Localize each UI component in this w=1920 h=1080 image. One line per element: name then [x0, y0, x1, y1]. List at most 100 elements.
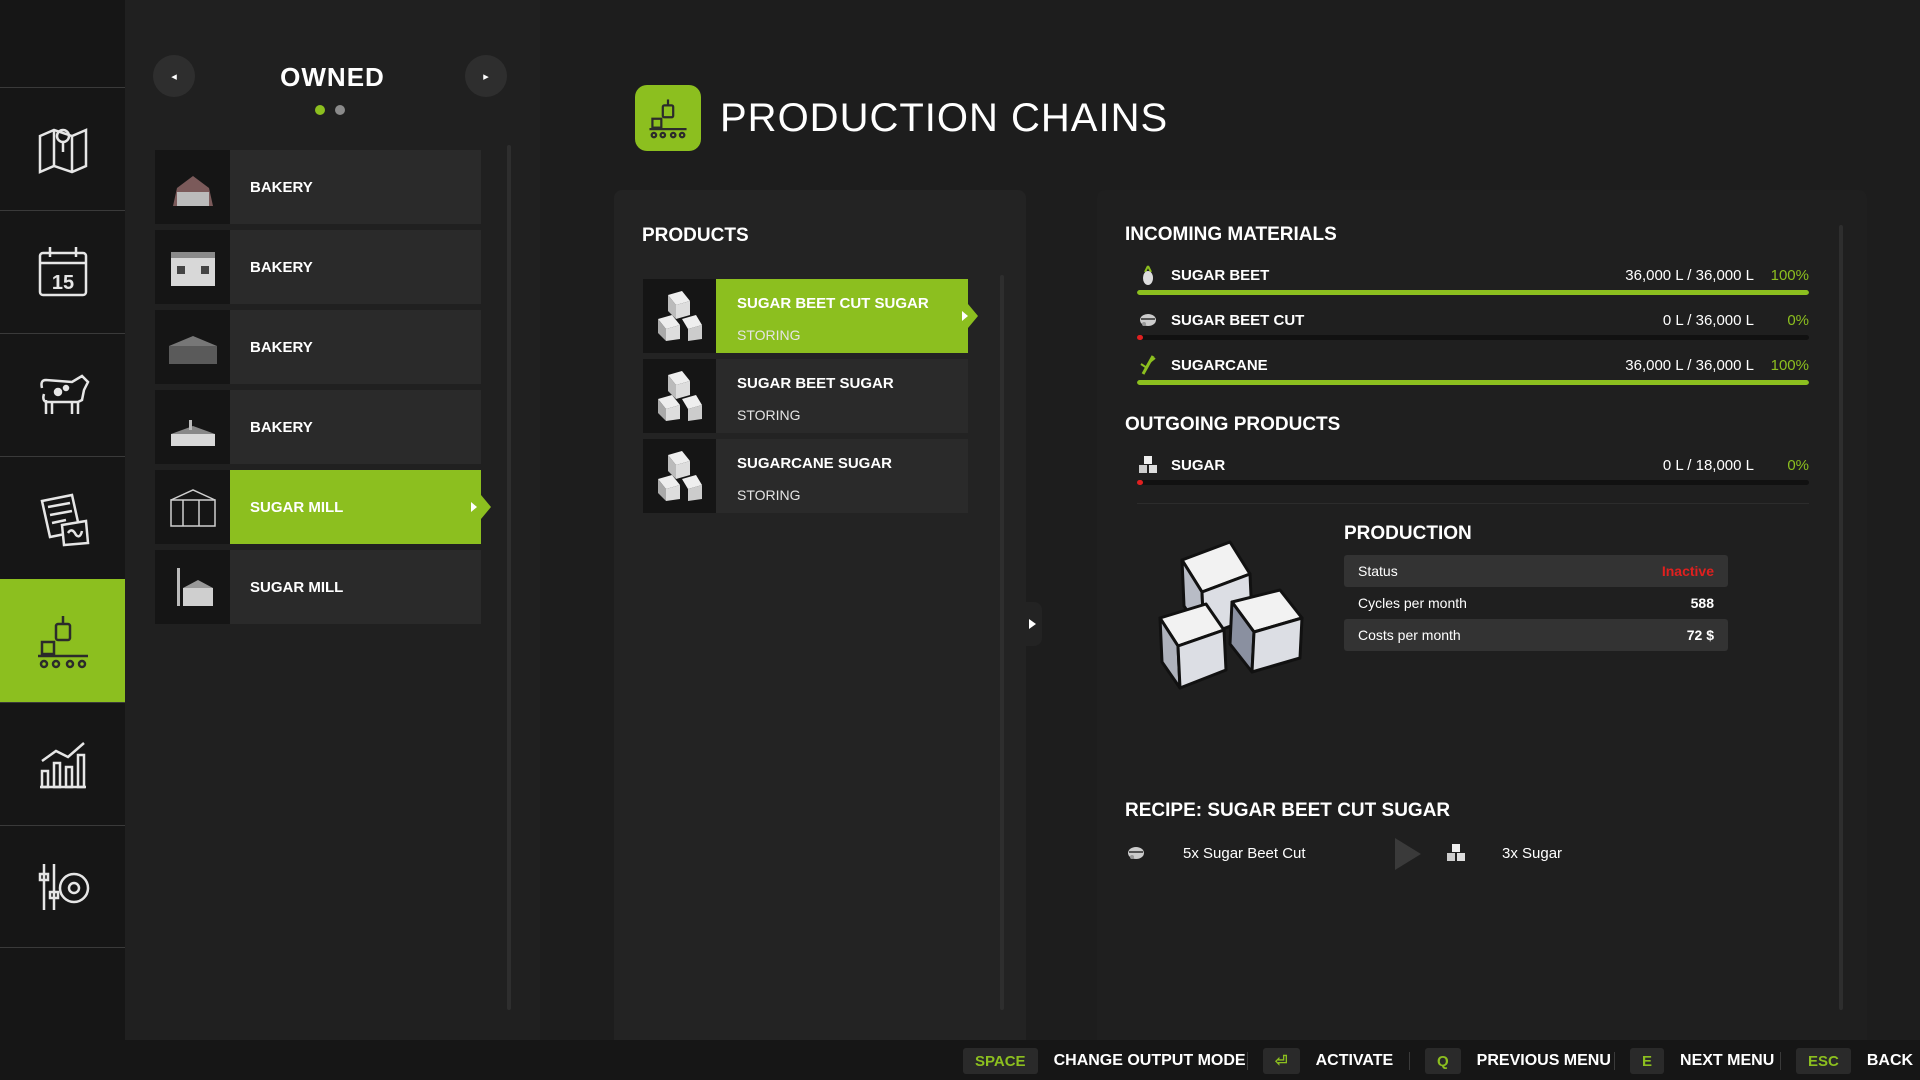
enter-key-icon: ⏎	[1263, 1048, 1300, 1074]
chevron-right-icon	[962, 311, 968, 321]
nav-settings[interactable]	[0, 825, 125, 948]
product-output-percent: 0%	[1787, 457, 1809, 474]
owned-item-label: BAKERY	[250, 178, 313, 196]
products-panel: PRODUCTS SUGAR BEET CUT SUGAR STORING SU…	[614, 190, 1042, 1040]
details-scrollbar[interactable]	[1839, 225, 1843, 1010]
outgoing-products-title: OUTGOING PRODUCTS	[1125, 414, 1341, 435]
incoming-materials-title: INCOMING MATERIALS	[1125, 224, 1337, 245]
recipe-title: RECIPE: SUGAR BEET CUT SUGAR	[1125, 800, 1451, 821]
selection-pointer	[481, 495, 491, 519]
chevron-right-icon	[1029, 619, 1036, 629]
space-key: SPACE	[963, 1048, 1038, 1074]
material-amount: 36,000 L / 36,000 L	[1625, 267, 1754, 284]
chevron-right-icon: ▸	[483, 70, 489, 83]
owned-item-label: BAKERY	[250, 338, 313, 356]
products-scrollbar[interactable]	[1000, 275, 1004, 1010]
sugarcane-icon	[1137, 354, 1159, 376]
page-dot-2[interactable]	[335, 105, 345, 115]
cycles-value: 588	[1690, 595, 1714, 611]
expand-panel-button[interactable]	[1026, 602, 1042, 646]
empty-indicator	[1137, 335, 1143, 340]
material-row: SUGAR BEET 36,000 L / 36,000 L 100%	[1137, 262, 1809, 302]
hint-previous-menu[interactable]: Q PREVIOUS MENU	[1425, 1048, 1611, 1074]
product-output-mode: STORING	[737, 327, 801, 343]
product-item-selected[interactable]: SUGAR BEET CUT SUGAR STORING	[643, 279, 978, 353]
recipe-row: 5x Sugar Beet Cut 3x Sugar	[1125, 838, 1625, 878]
product-item[interactable]: SUGARCANE SUGAR STORING	[643, 439, 968, 513]
production-title: PRODUCTION	[1344, 523, 1472, 544]
owned-item-label: SUGAR MILL	[250, 498, 344, 516]
side-nav: 15	[0, 0, 135, 1040]
material-percent: 100%	[1770, 267, 1809, 284]
product-output-row: SUGAR 0 L / 18,000 L 0%	[1137, 452, 1809, 492]
nav-calendar[interactable]: 15	[0, 210, 125, 333]
hint-next-menu[interactable]: E NEXT MENU	[1630, 1048, 1774, 1074]
nav-animals[interactable]	[0, 333, 125, 456]
owned-item-label: BAKERY	[250, 418, 313, 436]
material-percent: 100%	[1770, 357, 1809, 374]
material-fill-bar	[1137, 380, 1809, 385]
hint-activate[interactable]: ⏎ ACTIVATE	[1263, 1048, 1393, 1074]
costs-label: Costs per month	[1358, 627, 1461, 643]
owned-scrollbar[interactable]	[507, 145, 511, 1010]
recipe-output: 3x Sugar	[1502, 845, 1563, 862]
owned-item[interactable]: BAKERY	[155, 230, 481, 304]
production-chains-header-icon	[635, 85, 701, 151]
nav-map[interactable]	[0, 87, 125, 210]
map-icon	[38, 128, 87, 174]
status-label: Status	[1358, 563, 1398, 579]
material-row: SUGARCANE 36,000 L / 36,000 L 100%	[1137, 352, 1809, 392]
material-percent: 0%	[1787, 312, 1809, 329]
owned-item[interactable]: BAKERY	[155, 390, 481, 464]
contracts-icon	[40, 493, 89, 547]
divider	[1780, 1052, 1781, 1070]
sugar-mill-thumbnail	[155, 470, 230, 544]
sugar-beet-cut-icon	[1137, 309, 1159, 331]
material-name: SUGAR BEET CUT	[1171, 312, 1305, 329]
product-output-fill-bar	[1137, 480, 1809, 485]
status-row: Status Inactive	[1344, 555, 1728, 587]
product-output-name: SUGAR	[1171, 457, 1226, 474]
q-key: Q	[1425, 1048, 1461, 1074]
sugar-beet-icon	[1137, 264, 1159, 286]
material-fill	[1137, 290, 1809, 295]
costs-row: Costs per month 72 $	[1344, 619, 1728, 651]
owned-item-selected[interactable]: SUGAR MILL	[155, 470, 491, 544]
product-item[interactable]: SUGAR BEET SUGAR STORING	[643, 359, 968, 433]
nav-contracts[interactable]	[0, 456, 125, 579]
owned-item-label: BAKERY	[250, 258, 313, 276]
product-name: SUGAR BEET CUT SUGAR	[737, 295, 929, 312]
material-amount: 36,000 L / 36,000 L	[1625, 357, 1754, 374]
divider	[1409, 1052, 1410, 1070]
hint-back[interactable]: ESC BACK	[1796, 1048, 1913, 1074]
divider	[1614, 1052, 1615, 1070]
input-hints-bar: SPACE CHANGE OUTPUT MODE ⏎ ACTIVATE Q PR…	[0, 1040, 1920, 1080]
product-output-mode: STORING	[737, 487, 801, 503]
hint-label: ACTIVATE	[1315, 1052, 1394, 1069]
bakery-thumbnail	[155, 310, 230, 384]
sugar-icon	[1447, 844, 1465, 861]
owned-item[interactable]: SUGAR MILL	[155, 550, 481, 624]
chevron-right-icon	[471, 502, 477, 512]
product-output-mode: STORING	[737, 407, 801, 423]
hint-label: NEXT MENU	[1680, 1052, 1775, 1069]
sugar-mill-thumbnail	[155, 550, 230, 624]
settings-icon	[38, 863, 89, 910]
bakery-thumbnail	[155, 390, 230, 464]
page-dot-1[interactable]	[315, 105, 325, 115]
svg-text:15: 15	[51, 272, 73, 294]
sugar-icon	[1137, 454, 1159, 476]
status-value: Inactive	[1661, 563, 1714, 579]
material-fill	[1137, 380, 1809, 385]
next-page-button[interactable]: ▸	[465, 55, 507, 97]
hint-change-output-mode[interactable]: SPACE CHANGE OUTPUT MODE	[963, 1048, 1246, 1074]
selection-pointer	[968, 304, 978, 328]
owned-item[interactable]: BAKERY	[155, 150, 481, 224]
owned-item[interactable]: BAKERY	[155, 310, 481, 384]
divider	[1137, 503, 1809, 504]
nav-statistics[interactable]	[0, 702, 125, 825]
sugar-cubes-illustration	[1158, 540, 1304, 690]
material-fill-bar	[1137, 335, 1809, 340]
cycles-label: Cycles per month	[1358, 595, 1467, 611]
nav-production[interactable]	[0, 579, 135, 702]
